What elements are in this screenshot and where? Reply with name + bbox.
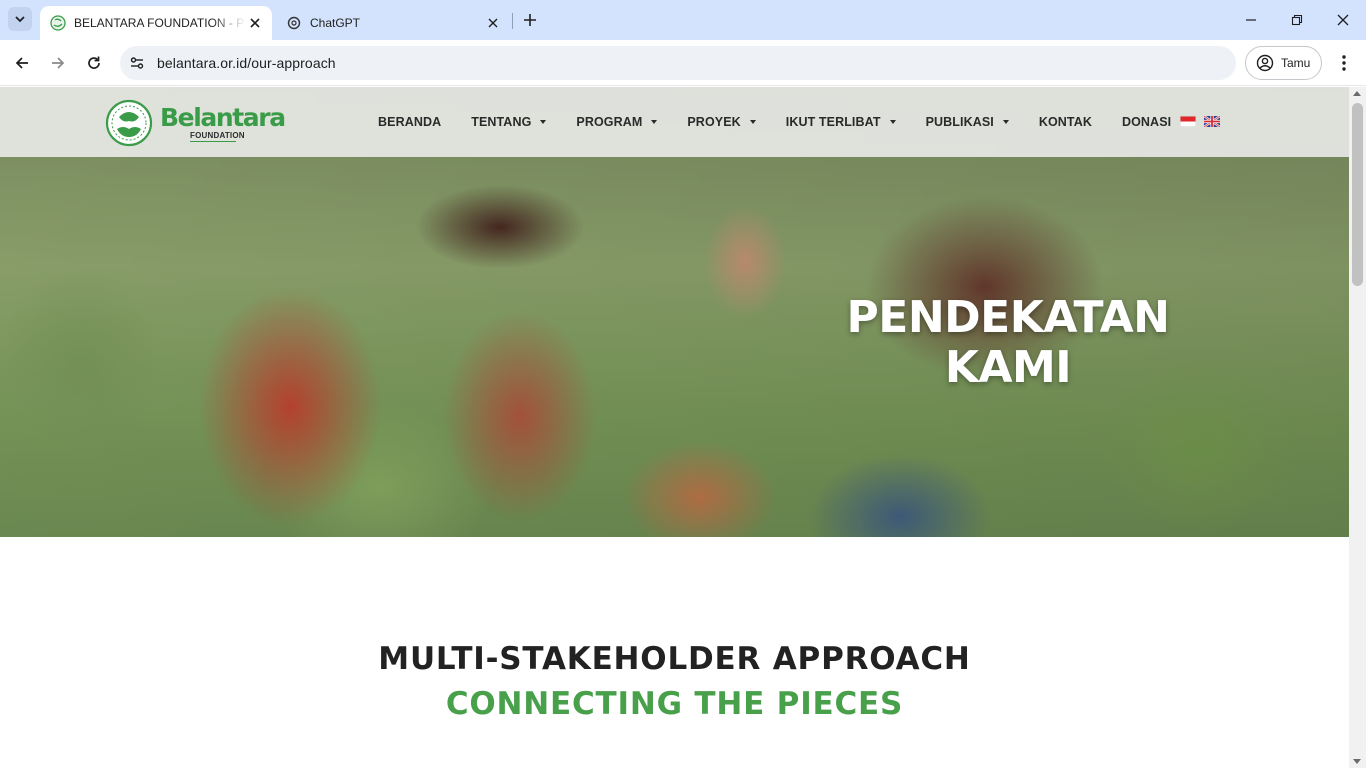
language-switcher — [1180, 116, 1220, 127]
chevron-down-icon — [15, 16, 25, 23]
tab-divider — [512, 13, 513, 29]
nav-item-tentang[interactable]: TENTANG — [471, 115, 547, 129]
nav-item-ikut-terlibat[interactable]: IKUT TERLIBAT — [786, 115, 896, 129]
plus-icon — [524, 14, 536, 26]
page-scrollbar[interactable] — [1349, 87, 1366, 768]
belantara-logo-icon — [105, 99, 153, 147]
caret-down-icon — [651, 120, 658, 124]
browser-menu-button[interactable] — [1332, 51, 1356, 75]
logo-subtitle: FOUNDATION — [190, 130, 245, 142]
nav-item-label: PROYEK — [687, 115, 741, 129]
nav-item-label: BERANDA — [378, 115, 442, 129]
caret-down-icon — [540, 120, 547, 124]
nav-item-label: DONASI — [1121, 115, 1172, 129]
scrollbar-thumb[interactable] — [1352, 103, 1363, 286]
profile-label: Tamu — [1281, 56, 1311, 70]
nav-item-label: IKUT TERLIBAT — [785, 115, 881, 129]
address-bar[interactable]: belantara.or.id/our-approach — [120, 46, 1236, 80]
hero-title-line1: PENDEKATAN — [846, 292, 1170, 343]
nav-item-label: PUBLIKASI — [925, 115, 994, 129]
restore-button[interactable] — [1285, 8, 1309, 32]
page-viewport: PENDEKATAN KAMI Belantara FOUNDATION BER… — [0, 87, 1366, 768]
site-logo[interactable]: Belantara FOUNDATION — [105, 99, 286, 147]
caret-down-icon — [889, 120, 896, 124]
close-icon — [1337, 14, 1349, 26]
tab-title: BELANTARA FOUNDATION - PENDEKATAN KAMI — [74, 16, 246, 30]
minimize-button[interactable] — [1239, 8, 1263, 32]
hero-title-line2: KAMI — [944, 342, 1072, 393]
tab-chatgpt[interactable]: ChatGPT — [276, 6, 510, 40]
account-circle-icon — [1256, 54, 1274, 72]
profile-button[interactable]: Tamu — [1245, 46, 1322, 80]
logo-wordmark: Belantara FOUNDATION — [160, 102, 286, 142]
tab-belantara[interactable]: BELANTARA FOUNDATION - PENDEKATAN KAMI — [40, 6, 272, 40]
tab-search-button[interactable] — [8, 7, 32, 31]
chatgpt-favicon-icon — [286, 15, 302, 31]
section-heading: MULTI-STAKEHOLDER APPROACH CONNECTING TH… — [0, 637, 1349, 727]
logo-name: Belantara — [160, 102, 286, 132]
scroll-up-arrow-icon[interactable] — [1353, 91, 1361, 96]
nav-item-program[interactable]: PROGRAM — [576, 115, 658, 129]
uk-flag-icon[interactable] — [1204, 116, 1220, 127]
forward-button[interactable] — [46, 51, 70, 75]
site-settings-icon[interactable] — [126, 52, 148, 74]
arrow-left-icon — [15, 57, 28, 69]
close-tab-icon[interactable] — [484, 14, 502, 32]
id-flag-icon[interactable] — [1180, 116, 1196, 127]
hero-title: PENDEKATAN KAMI — [808, 293, 1208, 393]
browser-toolbar: belantara.or.id/our-approach Tamu — [0, 40, 1366, 86]
section-heading-line2: CONNECTING THE PIECES — [445, 686, 904, 722]
more-vertical-icon — [1342, 55, 1346, 71]
nav-item-label: PROGRAM — [576, 115, 643, 129]
caret-down-icon — [749, 120, 756, 124]
caret-down-icon — [1002, 120, 1009, 124]
nav-item-donasi[interactable]: DONASI — [1122, 115, 1171, 129]
nav-item-kontak[interactable]: KONTAK — [1039, 115, 1092, 129]
close-window-button[interactable] — [1331, 8, 1355, 32]
minimize-icon — [1246, 19, 1256, 21]
reload-button[interactable] — [82, 51, 106, 75]
back-button[interactable] — [10, 51, 34, 75]
url-text[interactable]: belantara.or.id/our-approach — [157, 55, 336, 71]
tab-title: ChatGPT — [310, 16, 361, 30]
nav-item-proyek[interactable]: PROYEK — [687, 115, 756, 129]
nav-item-label: TENTANG — [471, 115, 532, 129]
arrow-right-icon — [52, 57, 65, 69]
section-heading-line1: MULTI-STAKEHOLDER APPROACH — [378, 641, 971, 677]
restore-icon — [1291, 14, 1303, 26]
nav-item-publikasi[interactable]: PUBLIKASI — [926, 115, 1009, 129]
belantara-favicon-icon — [50, 15, 66, 31]
nav-item-beranda[interactable]: BERANDA — [378, 115, 441, 129]
scroll-down-arrow-icon[interactable] — [1353, 759, 1361, 764]
reload-icon — [88, 56, 100, 69]
nav-item-label: KONTAK — [1038, 115, 1092, 129]
site-header: Belantara FOUNDATION BERANDA TENTANG PRO… — [0, 87, 1349, 157]
main-navigation: BERANDA TENTANG PROGRAM PROYEK IKUT TERL… — [378, 87, 1171, 157]
new-tab-button[interactable] — [519, 9, 541, 31]
close-tab-icon[interactable] — [246, 14, 264, 32]
browser-tabstrip: BELANTARA FOUNDATION - PENDEKATAN KAMI C… — [0, 0, 1366, 40]
